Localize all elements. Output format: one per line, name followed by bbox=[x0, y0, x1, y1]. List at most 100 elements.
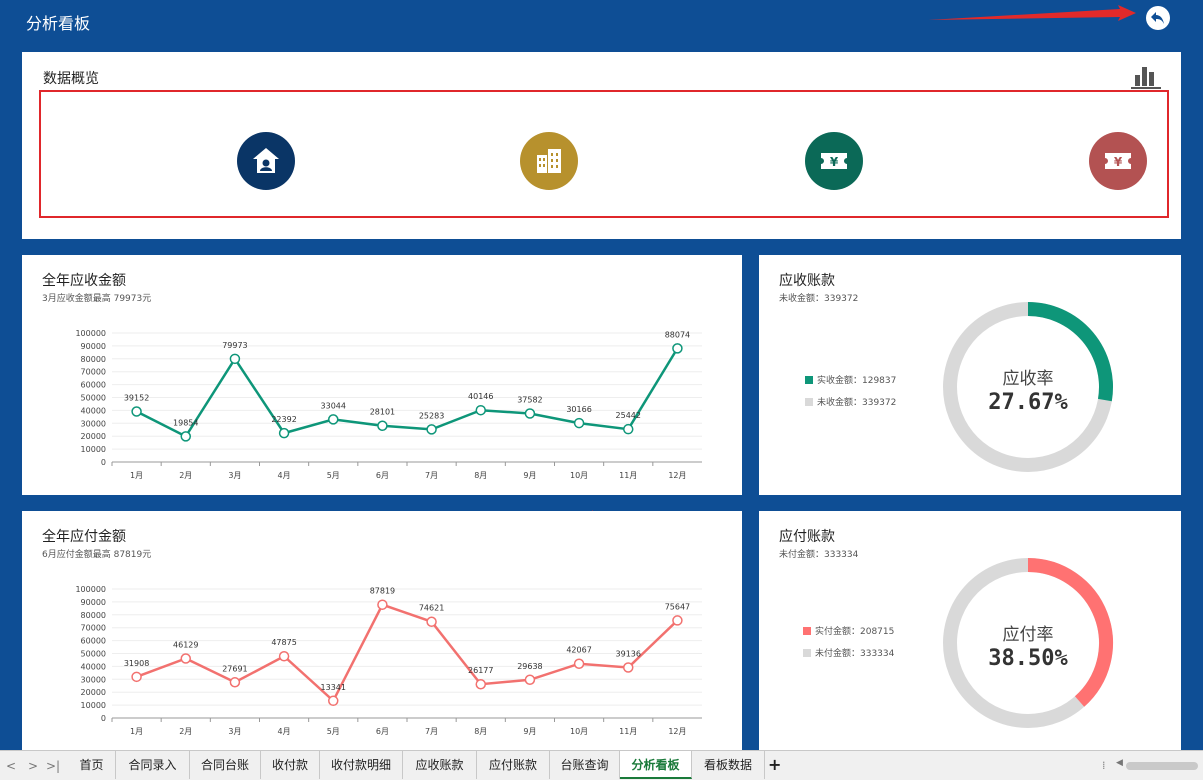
yen-ticket-icon: ¥ bbox=[805, 132, 863, 190]
card-label: 当前合同数量 bbox=[58, 122, 142, 138]
data-point bbox=[623, 423, 634, 435]
x-tick-label: 9月 bbox=[523, 727, 536, 736]
scroll-divider: ⁞ bbox=[1102, 759, 1106, 772]
y-tick-label: 60000 bbox=[81, 381, 106, 390]
data-label: 79973 bbox=[222, 341, 247, 350]
data-point bbox=[377, 420, 388, 431]
series-line bbox=[136, 603, 679, 703]
y-tick-label: 90000 bbox=[81, 342, 106, 351]
payable-ring-panel: 应付账款 未付金额：333334 实付金额：208715 未付金额：333334… bbox=[759, 511, 1181, 750]
data-label: 33044 bbox=[321, 401, 346, 410]
x-tick-label: 11月 bbox=[619, 727, 637, 736]
overview-panel: 数据概览 当前合同数量 24 进行中合同数量 0 应收金额 469209 ¥ 应… bbox=[22, 52, 1181, 239]
x-tick-label: 7月 bbox=[425, 471, 438, 480]
data-label: 19854 bbox=[173, 418, 198, 427]
sheet-tab[interactable]: 分析看板 bbox=[620, 751, 692, 779]
scroll-next-sheet-button[interactable]: > bbox=[28, 759, 38, 773]
scroll-first-sheet-button[interactable]: < bbox=[6, 759, 16, 773]
ring-center-label: 应付率 bbox=[1002, 625, 1054, 645]
data-label: 22392 bbox=[271, 415, 296, 424]
card-value: 0 bbox=[345, 151, 363, 184]
x-tick-label: 10月 bbox=[570, 727, 588, 736]
data-label: 88074 bbox=[665, 330, 690, 339]
data-label: 87819 bbox=[370, 587, 395, 596]
scroll-last-sheet-button[interactable]: >| bbox=[46, 759, 60, 773]
y-tick-label: 100000 bbox=[75, 329, 106, 338]
payable-chart-panel: 全年应付金额 6月应付金额最高 87819元 0 10000 20000 30000 4… bbox=[22, 511, 742, 750]
data-label: 75647 bbox=[665, 602, 690, 611]
data-label: 26177 bbox=[468, 666, 493, 675]
data-point bbox=[377, 599, 388, 610]
data-label: 37582 bbox=[517, 396, 542, 405]
data-label: 27691 bbox=[222, 664, 247, 673]
scroll-left-icon[interactable]: ◀ bbox=[1116, 758, 1123, 768]
sheet-tab[interactable]: 应付账款 bbox=[477, 751, 550, 779]
bar-chart-icon[interactable] bbox=[1130, 62, 1162, 90]
y-tick-label: 50000 bbox=[81, 650, 106, 659]
card-payable-amount: 应付金额 542049 ¥ bbox=[894, 97, 1161, 215]
data-label: 28101 bbox=[370, 408, 395, 417]
data-label: 25442 bbox=[616, 411, 641, 420]
data-point bbox=[672, 343, 683, 354]
data-label: 47875 bbox=[271, 638, 296, 647]
add-sheet-button[interactable]: + bbox=[768, 755, 781, 774]
x-tick-label: 9月 bbox=[523, 471, 536, 480]
sheet-tab-bar: < > >| 首页 合同录入 合同台账 收付款 收付款明细 应收账款 应付账款 台账查询 分析看… bbox=[0, 750, 1203, 780]
data-label: 46129 bbox=[173, 640, 198, 649]
sheet-tab[interactable]: 首页 bbox=[68, 751, 116, 779]
y-tick-label: 0 bbox=[101, 714, 106, 723]
y-tick-label: 90000 bbox=[81, 598, 106, 607]
x-tick-label: 12月 bbox=[668, 471, 686, 480]
data-point bbox=[229, 677, 241, 688]
svg-text:¥: ¥ bbox=[830, 155, 839, 169]
receivable-chart-panel: 全年应收金额 3月应收金额最高 79973元 0 10000 20000 30000 4… bbox=[22, 255, 742, 495]
y-tick-label: 30000 bbox=[81, 675, 106, 684]
receivable-ring-panel: 应收账款 未收金额：339372 实收金额：129837 未收金额：339372… bbox=[759, 255, 1181, 495]
x-tick-label: 8月 bbox=[474, 727, 487, 736]
x-tick-label: 5月 bbox=[327, 727, 340, 736]
data-point bbox=[573, 658, 585, 669]
x-tick-label: 7月 bbox=[425, 727, 438, 736]
y-tick-label: 0 bbox=[101, 458, 106, 467]
data-point bbox=[180, 431, 191, 442]
data-point bbox=[524, 408, 536, 419]
data-point bbox=[278, 650, 290, 662]
sheet-tab[interactable]: 合同台账 bbox=[190, 751, 261, 779]
sheet-tab[interactable]: 台账查询 bbox=[550, 751, 620, 779]
building-icon bbox=[520, 132, 578, 190]
data-label: 30166 bbox=[566, 405, 591, 414]
y-tick-label: 80000 bbox=[81, 355, 106, 364]
sheet-tab[interactable]: 合同录入 bbox=[116, 751, 190, 779]
x-tick-label: 6月 bbox=[376, 471, 389, 480]
data-point bbox=[278, 427, 290, 439]
sheet-tab[interactable]: 应收账款 bbox=[403, 751, 477, 779]
y-tick-label: 80000 bbox=[81, 611, 106, 620]
y-tick-label: 70000 bbox=[81, 368, 106, 377]
sheet-tab[interactable]: 看板数据 bbox=[692, 751, 765, 779]
x-tick-label: 4月 bbox=[278, 727, 291, 736]
card-value: 469209 bbox=[630, 151, 737, 184]
x-tick-label: 3月 bbox=[228, 471, 241, 480]
x-tick-label: 4月 bbox=[278, 471, 291, 480]
data-label: 39152 bbox=[124, 393, 149, 402]
x-tick-label: 8月 bbox=[474, 471, 487, 480]
x-tick-label: 12月 bbox=[668, 727, 686, 736]
back-button[interactable] bbox=[1146, 6, 1170, 30]
data-point bbox=[328, 695, 339, 707]
data-label: 31908 bbox=[124, 659, 149, 668]
page-title: 分析看板 bbox=[26, 14, 91, 33]
x-tick-label: 5月 bbox=[327, 471, 340, 480]
y-tick-label: 10000 bbox=[81, 445, 106, 454]
y-tick-label: 70000 bbox=[81, 624, 106, 633]
data-point bbox=[573, 417, 585, 429]
x-tick-label: 1月 bbox=[130, 471, 143, 480]
data-point bbox=[180, 653, 191, 664]
payable-line-chart: 0 10000 20000 30000 40000 50000 60000 70000 8000… bbox=[75, 585, 702, 736]
y-tick-label: 20000 bbox=[81, 688, 106, 697]
sheet-tab[interactable]: 收付款 bbox=[261, 751, 320, 779]
sheet-tab[interactable]: 收付款明细 bbox=[320, 751, 403, 779]
data-point bbox=[328, 414, 339, 425]
horizontal-scrollbar[interactable] bbox=[1126, 762, 1198, 770]
y-tick-label: 30000 bbox=[81, 419, 106, 428]
y-tick-label: 60000 bbox=[81, 637, 106, 646]
